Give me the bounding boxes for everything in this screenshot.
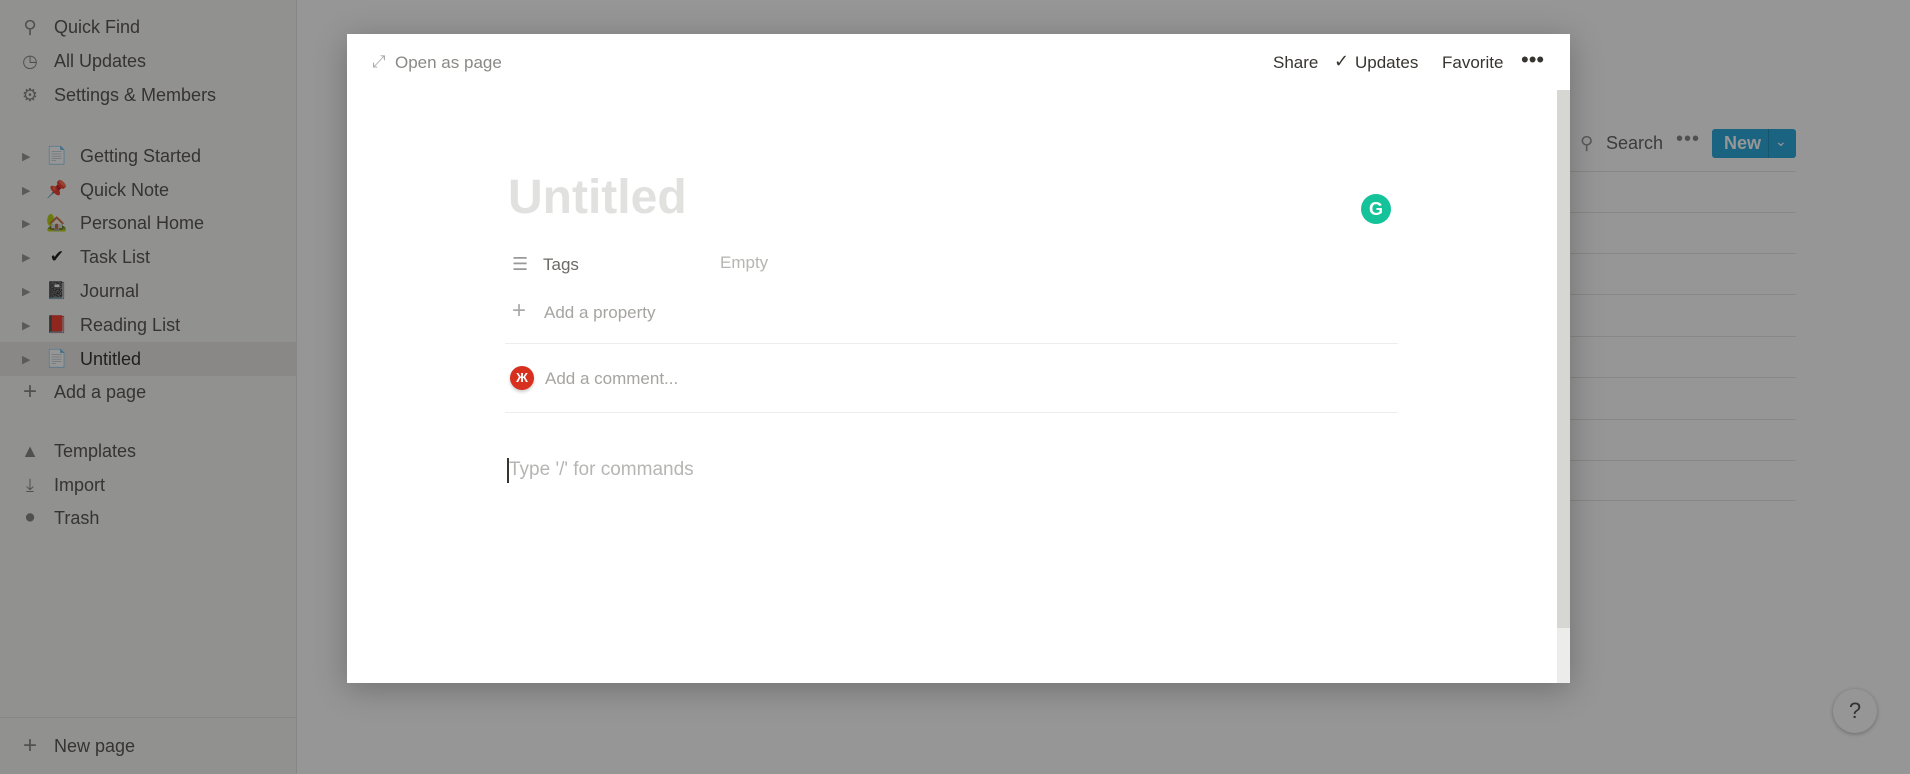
avatar: Ж [510,366,534,390]
comment-input[interactable]: Add a comment... [545,369,678,389]
divider [505,343,1398,344]
scrollbar-track[interactable] [1557,628,1570,683]
expand-arrows-icon: ⤢ [372,52,386,71]
add-property-button[interactable]: Add a property [544,303,656,323]
divider [505,412,1398,413]
page-title-input[interactable]: Untitled [508,170,687,225]
property-value-tags[interactable]: Empty [720,253,768,273]
favorite-button[interactable]: Favorite [1442,53,1503,73]
property-name-tags[interactable]: Tags [543,255,579,275]
grammarly-icon[interactable]: G [1361,194,1391,224]
check-icon: ✓ [1334,51,1350,71]
open-as-page-button[interactable]: Open as page [395,53,502,73]
updates-button[interactable]: Updates [1355,53,1418,73]
page-body-editor[interactable]: Type '/' for commands [509,459,694,481]
scrollbar-thumb[interactable] [1557,90,1570,628]
list-icon: ☰ [512,254,529,274]
more-options-icon[interactable]: ••• [1521,47,1544,73]
share-button[interactable]: Share [1273,53,1318,73]
page-peek-modal: ⤢ Open as page Share ✓ Updates Favorite … [347,34,1570,683]
plus-icon: + [512,297,527,324]
